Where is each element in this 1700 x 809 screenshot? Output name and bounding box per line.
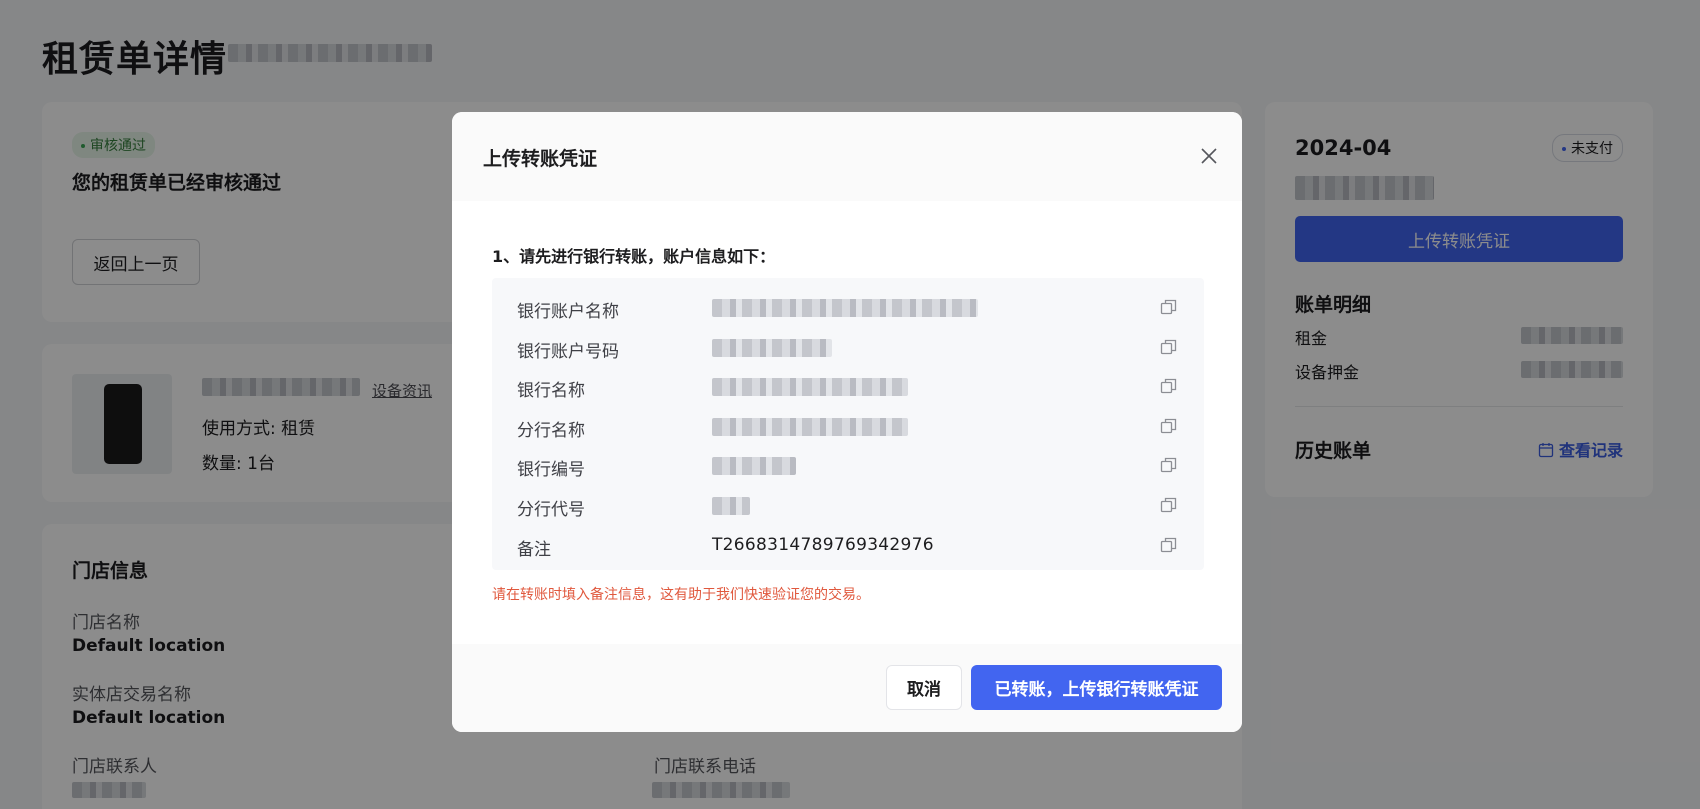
close-icon[interactable] [1198,145,1220,167]
account-row-label: 银行账户号码 [517,342,619,362]
modal-header: 上传转账凭证 [452,112,1242,201]
account-value-redacted [712,378,908,396]
copy-icon[interactable] [1160,298,1178,316]
confirm-upload-button[interactable]: 已转账，上传银行转账凭证 [971,665,1222,710]
account-value-redacted [712,339,832,357]
copy-icon[interactable] [1160,377,1178,395]
account-row-label: 分行名称 [517,421,585,441]
step1-title: 1、请先进行银行转账，账户信息如下： [492,247,776,266]
account-row-branch-code: 分行代号 [492,486,1204,524]
cancel-button[interactable]: 取消 [886,665,962,710]
remark-value: T2668314789769342976 [712,535,934,555]
copy-icon[interactable] [1160,456,1178,474]
modal-footer: 取消 已转账，上传银行转账凭证 [452,644,1242,732]
account-row-label: 备注 [517,540,551,560]
account-row-bank-account-name: 银行账户名称 [492,288,1204,326]
upload-voucher-modal: 上传转账凭证 1、请先进行银行转账，账户信息如下： 银行账户名称 银行账户号码 … [452,112,1242,732]
account-info-box: 银行账户名称 银行账户号码 银行名称 分行名称 银行编号 分行代号 备注 T26… [492,278,1204,570]
account-row-label: 银行编号 [517,460,585,480]
account-row-label: 银行名称 [517,381,585,401]
copy-icon[interactable] [1160,338,1178,356]
account-value-redacted [712,418,908,436]
account-row-bank-code: 银行编号 [492,446,1204,484]
copy-icon[interactable] [1160,496,1178,514]
account-row-remark: 备注 T2668314789769342976 [492,526,1204,564]
account-row-branch-name: 分行名称 [492,407,1204,445]
remark-warning: 请在转账时填入备注信息，这有助于我们快速验证您的交易。 [492,587,870,603]
account-value-redacted [712,299,978,317]
account-row-label: 分行代号 [517,500,585,520]
account-value-redacted [712,497,750,515]
modal-title: 上传转账凭证 [483,148,598,170]
account-row-bank-account-number: 银行账户号码 [492,328,1204,366]
copy-icon[interactable] [1160,417,1178,435]
copy-icon[interactable] [1160,536,1178,554]
account-value-redacted [712,457,796,475]
account-row-label: 银行账户名称 [517,302,619,322]
account-row-bank-name: 银行名称 [492,367,1204,405]
